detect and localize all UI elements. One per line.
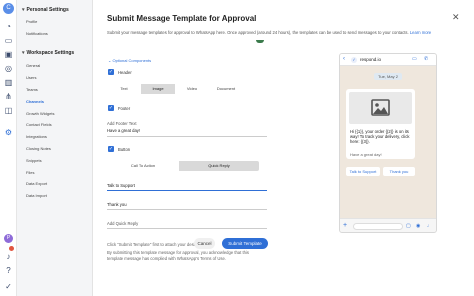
add-quick-reply-input[interactable]: Add Quick Reply	[107, 221, 138, 226]
nav-item-closing-notes[interactable]: Closing Notes	[26, 146, 51, 151]
broadcast-icon[interactable]: ◎	[4, 64, 13, 73]
notifications-icon[interactable]: ♪	[4, 252, 13, 261]
scroll-indicator	[256, 40, 264, 43]
template-form: ⌄ Optional Components ✓ Header Text Imag…	[93, 38, 338, 296]
back-icon: ‹	[343, 56, 345, 62]
message-body: Hi {{1}}, your order {{2}} is on its way…	[350, 129, 410, 144]
message-footer: Have a great day!	[350, 152, 382, 157]
phone-icon: ✆	[424, 56, 429, 62]
optional-components-toggle[interactable]: ⌄ Optional Components	[108, 58, 151, 63]
nav-item-integrations[interactable]: Integrations	[26, 134, 47, 139]
tab-call-to-action[interactable]: Call To Action	[107, 161, 179, 171]
header-type-tabs: Text Image Video Document	[107, 84, 243, 94]
notification-badge	[9, 246, 14, 251]
message-bubble: Hi {{1}}, your order {{2}} is on its way…	[346, 89, 415, 159]
plus-icon: +	[343, 222, 348, 229]
nav-item-snippets[interactable]: Snippets	[26, 158, 42, 163]
chevron-down-icon: ▾	[22, 50, 25, 56]
contact-name: respond.io	[360, 57, 382, 62]
tab-video[interactable]: Video	[175, 84, 209, 94]
tab-document[interactable]: Document	[209, 84, 243, 94]
avatar[interactable]: P	[4, 234, 13, 243]
workspace-settings-title: Workspace Settings	[26, 50, 75, 56]
submit-template-button[interactable]: Submit Template	[222, 238, 268, 249]
preview-quick-reply-2: Thank you	[383, 167, 415, 176]
reports-icon[interactable]: ▥	[4, 78, 13, 87]
preview-composer: + ▢ ◉ ♩	[340, 218, 436, 232]
integrations-icon[interactable]: ◫	[4, 106, 13, 115]
nav-item-data-import[interactable]: Data Import	[26, 193, 47, 198]
inbox-icon[interactable]: ▭	[4, 36, 13, 45]
image-icon	[371, 99, 390, 116]
preview-header: ‹ ✓ respond.io ▭ ✆	[340, 54, 436, 66]
quick-reply-underline-2	[107, 209, 267, 210]
header-checkbox[interactable]: ✓	[108, 69, 114, 75]
whatsapp-preview: ‹ ✓ respond.io ▭ ✆ Tue, May 2 Hi {{1}}, …	[339, 53, 437, 233]
footer-checkbox[interactable]: ✓	[108, 105, 114, 111]
nav-item-teams[interactable]: Teams	[26, 87, 38, 92]
composer-input	[353, 223, 403, 230]
header-label: Header	[118, 70, 132, 75]
icon-rail: C ◔ ▭ ▣ ◎ ▥ ⋔ ◫ ⚙ P ♪ ? ✓	[0, 0, 17, 296]
settings-icon[interactable]: ⚙	[4, 128, 13, 137]
image-placeholder	[349, 92, 412, 124]
nav-item-profile[interactable]: Profile	[26, 19, 37, 24]
nav-item-files[interactable]: Files	[26, 170, 34, 175]
add-quick-reply-underline	[107, 228, 267, 229]
contact-avatar-icon: ✓	[351, 57, 357, 63]
footer-text-input[interactable]: Have a great day!	[107, 128, 140, 133]
app-root: C ◔ ▭ ▣ ◎ ▥ ⋔ ◫ ⚙ P ♪ ? ✓ ▾ Personal Set…	[0, 0, 474, 296]
tab-text[interactable]: Text	[107, 84, 141, 94]
nav-item-general[interactable]: General	[26, 63, 40, 68]
button-type-tabs: Call To Action Quick Reply	[107, 161, 259, 171]
mic-icon: ♩	[427, 223, 432, 229]
contacts-icon[interactable]: ▣	[4, 50, 13, 59]
preview-quick-reply-1: Talk to Support	[346, 167, 380, 176]
nav-item-notifications[interactable]: Notifications	[26, 31, 48, 36]
description-text: Submit your message templates for approv…	[107, 30, 409, 35]
nav-item-contact-fields[interactable]: Contact Fields	[26, 122, 52, 127]
button-checkbox[interactable]: ✓	[108, 146, 114, 152]
workflow-icon[interactable]: ⋔	[4, 92, 13, 101]
close-icon[interactable]: ✕	[452, 12, 460, 23]
gauge-icon[interactable]: ◔	[4, 22, 13, 31]
nav-item-growth-widgets[interactable]: Growth Widgets	[26, 111, 54, 116]
tab-quick-reply[interactable]: Quick Reply	[179, 161, 259, 171]
learn-more-link[interactable]: Learn more	[410, 30, 431, 35]
chevron-down-icon: ▾	[22, 7, 25, 13]
terms-note: By submitting this template message for …	[107, 250, 249, 261]
footer-input-underline	[107, 136, 267, 137]
button-label: Button	[118, 147, 131, 152]
quick-reply-input-2[interactable]: Thank you	[107, 202, 127, 207]
footer-text-label: Add Footer Text	[107, 121, 137, 126]
tab-image[interactable]: Image	[141, 84, 175, 94]
logo-icon[interactable]: C	[3, 3, 14, 14]
personal-settings-title: Personal Settings	[26, 7, 69, 13]
sticker-icon: ▢	[406, 223, 411, 229]
workspace-settings-group[interactable]: ▾ Workspace Settings	[22, 50, 74, 56]
nav-item-data-export[interactable]: Data Export	[26, 181, 47, 186]
video-icon: ▭	[412, 56, 417, 62]
nav-item-users[interactable]: Users	[26, 75, 36, 80]
footer-label: Footer	[118, 106, 131, 111]
quick-reply-input-1[interactable]: Talk to Support	[107, 183, 135, 188]
optional-components-label: Optional Components	[112, 58, 152, 63]
template-modal: Submit Message Template for Approval ✕ S…	[93, 0, 474, 296]
quick-reply-underline-1	[107, 190, 267, 191]
camera-icon: ◉	[416, 223, 421, 229]
nav-item-channels[interactable]: Channels	[26, 99, 44, 104]
page-description: Submit your message templates for approv…	[107, 30, 467, 35]
cancel-button[interactable]: Cancel	[194, 238, 215, 249]
help-icon[interactable]: ?	[4, 266, 13, 275]
date-chip: Tue, May 2	[374, 73, 402, 80]
personal-settings-group[interactable]: ▾ Personal Settings	[22, 7, 69, 13]
page-title: Submit Message Template for Approval	[107, 14, 257, 23]
settings-nav: ▾ Personal Settings Profile Notification…	[17, 0, 93, 296]
brand-icon: ✓	[5, 282, 12, 291]
